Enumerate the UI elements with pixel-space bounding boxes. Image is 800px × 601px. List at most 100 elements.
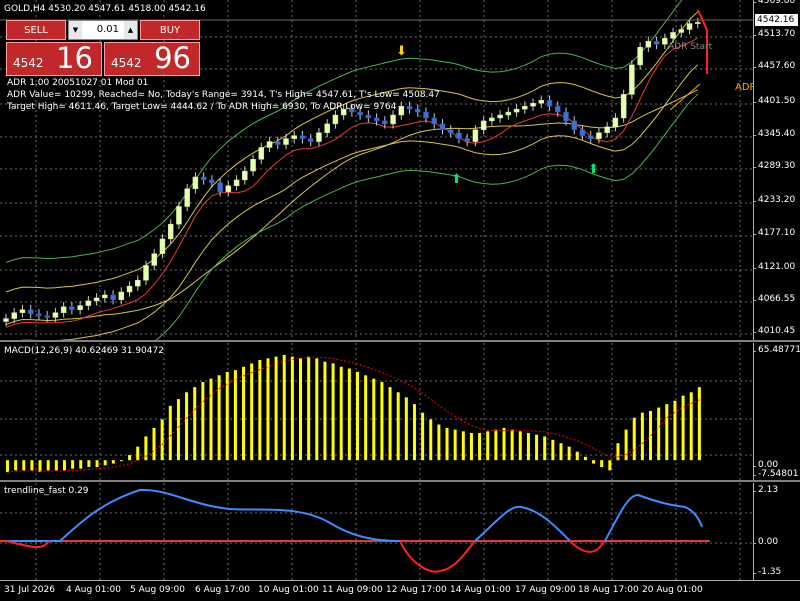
lot-decrease-icon[interactable]: ▼ — [69, 21, 82, 39]
candle-body — [258, 147, 265, 160]
lower-band-outer — [155, 93, 699, 340]
pane-divider-2[interactable] — [0, 480, 800, 482]
buy-button[interactable]: BUY — [140, 20, 200, 40]
candle-body — [629, 64, 635, 95]
trendline-scale[interactable]: 2.13 0.00 -1.35 — [752, 483, 800, 580]
macd-bar — [315, 358, 319, 461]
candle-body — [390, 114, 396, 125]
price-tick-label: 4010.45 — [752, 326, 796, 336]
candle-body — [662, 38, 668, 45]
macd-bar — [290, 356, 294, 461]
macd-bar — [559, 443, 563, 461]
candle-body — [135, 279, 141, 287]
macd-bar — [95, 460, 99, 467]
candle-body — [678, 29, 685, 33]
candle-body — [159, 238, 166, 254]
macd-bar — [421, 412, 425, 461]
macd-bar — [299, 358, 303, 461]
candle-body — [447, 129, 454, 133]
macd-bar — [242, 366, 246, 461]
candle-body — [60, 306, 67, 313]
macd-bar — [640, 412, 644, 461]
date-tick-label: 12 Aug 17:00 — [386, 585, 447, 595]
macd-bar — [307, 356, 311, 461]
candle-body — [373, 117, 380, 122]
trendline-scale-top: 2.13 — [752, 485, 779, 495]
price-tick-label: 4233.20 — [752, 195, 796, 205]
macd-scale[interactable]: 65.48771 0.00 -7.54801 — [752, 343, 800, 480]
candle-body — [19, 309, 26, 313]
price-tick-label: 4177.10 — [752, 228, 796, 238]
candle-body — [439, 123, 446, 131]
candle-body — [85, 300, 92, 306]
macd-pane[interactable]: MACD(12,26,9) 40.62469 31.90472 — [0, 343, 753, 480]
trendline-red-1 — [399, 540, 476, 573]
macd-bar — [54, 460, 58, 471]
candle-body — [406, 105, 413, 110]
macd-bar — [30, 460, 34, 471]
macd-bar — [608, 460, 612, 471]
price-tick-label: 4121.00 — [752, 262, 796, 272]
lot-size-input[interactable]: ▼ 0.01 ▲ — [68, 20, 138, 40]
pane-divider-1[interactable] — [0, 340, 800, 342]
candle-body — [415, 108, 421, 113]
sell-button[interactable]: SELL — [6, 20, 66, 40]
trendline-canvas — [0, 483, 753, 580]
candle-body — [670, 32, 676, 39]
price-chart-pane[interactable]: GOLD,H4 4530.20 4547.61 4518.00 4542.16 … — [0, 0, 757, 340]
candle-body — [3, 318, 9, 322]
price-tick-label: 4289.30 — [752, 161, 796, 171]
macd-bar — [469, 433, 473, 461]
macd-bar — [38, 460, 42, 473]
candle-body — [505, 111, 512, 116]
candle-body — [167, 223, 174, 240]
macd-bar — [380, 382, 384, 461]
up-arrow-signal-icon-2: ⬆ — [588, 162, 599, 177]
macd-bar — [461, 431, 465, 461]
candle-body — [472, 129, 479, 142]
macd-bar — [437, 424, 441, 461]
buy-quote-pips: 96 — [154, 41, 191, 75]
macd-bar — [567, 446, 571, 461]
macd-bar — [551, 439, 555, 461]
candle-body — [176, 206, 182, 225]
macd-bar — [583, 456, 587, 461]
candle-body — [250, 159, 256, 172]
sell-quote-prefix: 4542 — [13, 56, 44, 70]
macd-canvas — [0, 343, 753, 480]
buy-quote[interactable]: 4542 96 — [104, 41, 200, 76]
trendline-blue-2 — [474, 505, 571, 542]
candle-body — [456, 132, 462, 139]
candle-body — [637, 46, 643, 66]
macd-bar — [266, 358, 270, 461]
trendline-blue-3 — [604, 493, 703, 542]
sell-quote[interactable]: 4542 16 — [6, 41, 102, 76]
trendline-pane[interactable]: trendline_fast 0.29 — [0, 483, 753, 580]
candle-body — [357, 111, 363, 116]
current-price-tag: 4542.16 — [755, 14, 798, 26]
macd-bar — [649, 410, 653, 461]
candle-body — [93, 297, 100, 302]
candle-body — [316, 132, 322, 142]
date-axis[interactable]: 31 Jul 2026 4 Aug 01:00 5 Aug 09:00 6 Aug 1… — [0, 580, 800, 601]
lot-increase-icon[interactable]: ▲ — [124, 21, 137, 39]
lot-size-value[interactable]: 0.01 — [83, 24, 123, 35]
date-tick-label: 5 Aug 09:00 — [130, 585, 185, 595]
macd-bar — [543, 436, 547, 461]
macd-bar — [339, 366, 343, 461]
date-tick-label: 6 Aug 17:00 — [195, 585, 250, 595]
candle-body — [266, 141, 273, 148]
candle-body — [398, 105, 405, 116]
macd-bar — [274, 356, 278, 461]
macd-bar — [453, 429, 457, 461]
macd-bar — [575, 451, 579, 461]
candle-body — [489, 117, 495, 122]
candle-body — [275, 141, 281, 145]
candle-body — [225, 185, 232, 192]
macd-bar — [429, 419, 433, 461]
candle-body — [307, 138, 314, 142]
macd-bar — [225, 371, 229, 461]
price-scale[interactable]: 4569.80 4513.70 4457.60 4401.50 4345.40 4289.… — [752, 0, 800, 340]
price-tick-label: 4066.55 — [752, 294, 796, 304]
macd-bar — [331, 363, 335, 461]
